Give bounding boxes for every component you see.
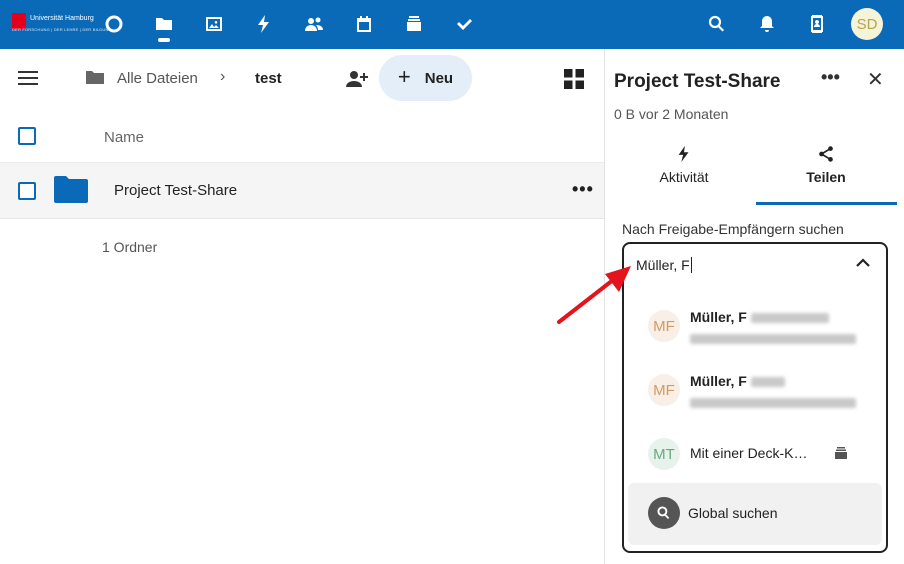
redacted-text — [750, 313, 829, 324]
list-item[interactable]: MT Mit einer Deck-K… — [630, 422, 882, 486]
bell-icon[interactable] — [755, 12, 779, 36]
close-icon[interactable]: ✕ — [867, 67, 884, 92]
breadcrumb-bar: Alle Dateien › test + Neu — [0, 49, 604, 109]
folder-icon[interactable] — [152, 12, 176, 36]
add-person-icon[interactable] — [344, 67, 368, 91]
dashboard-circle-icon[interactable] — [102, 12, 126, 36]
top-navigation-bar: Universität Hamburg DER FORSCHUNG | DER … — [0, 0, 904, 49]
tab-sharing[interactable]: Teilen — [756, 145, 896, 205]
result-name: Müller, F — [690, 309, 829, 325]
share-icon — [819, 146, 833, 162]
logo-name: Universität Hamburg — [30, 15, 94, 22]
check-icon[interactable] — [452, 12, 476, 36]
new-button[interactable]: + Neu — [379, 55, 472, 101]
calendar-icon[interactable] — [352, 12, 376, 36]
chevron-up-icon[interactable] — [854, 254, 872, 272]
folder-icon — [54, 176, 88, 203]
result-name: Müller, F — [690, 373, 785, 389]
grid-view-icon[interactable] — [564, 69, 584, 89]
plus-icon: + — [397, 64, 411, 89]
deck-icon[interactable] — [402, 12, 426, 36]
menu-icon[interactable] — [18, 71, 38, 87]
share-search-input[interactable]: Müller, F — [636, 257, 692, 273]
search-icon — [648, 497, 680, 529]
share-search-dropdown: Müller, F MF Müller, F MF Müller, F MT M… — [622, 242, 888, 553]
breadcrumb-separator: › — [220, 68, 226, 85]
new-button-label: Neu — [424, 69, 454, 87]
active-tab-indicator — [756, 202, 897, 205]
global-search-button[interactable]: Global suchen — [628, 483, 882, 545]
details-sidebar: Project Test-Share ••• ✕ 0 B vor 2 Monat… — [604, 49, 904, 564]
row-actions-menu[interactable]: ••• — [572, 179, 594, 200]
contacts-book-icon[interactable] — [805, 12, 829, 36]
file-name[interactable]: Project Test-Share — [114, 182, 237, 199]
table-row[interactable]: Project Test-Share ••• — [0, 163, 604, 219]
tab-activity[interactable]: Aktivität — [614, 145, 754, 205]
result-name: Mit einer Deck-K… — [690, 445, 808, 461]
active-app-indicator — [158, 38, 170, 42]
lightning-icon — [678, 145, 689, 163]
redacted-text — [690, 333, 856, 344]
image-icon[interactable] — [202, 12, 226, 36]
breadcrumb-current[interactable]: test — [255, 70, 282, 87]
avatar: MF — [648, 310, 680, 342]
folder-icon — [86, 71, 104, 84]
result-subtitle — [690, 394, 856, 412]
annotation-arrow — [557, 266, 631, 324]
logo-tagline: DER FORSCHUNG | DER LEHRE | DER BILDUNG — [12, 27, 112, 32]
sidebar-more-button[interactable]: ••• — [821, 67, 840, 88]
global-search-label: Global suchen — [688, 505, 778, 521]
avatar: MT — [648, 438, 680, 470]
tab-sharing-label: Teilen — [806, 169, 846, 185]
search-icon[interactable] — [705, 12, 729, 36]
files-list-area: Alle Dateien › test + Neu Name Project T… — [0, 49, 604, 564]
contacts-group-icon[interactable] — [302, 12, 326, 36]
redacted-text — [690, 397, 856, 408]
row-checkbox[interactable] — [18, 182, 36, 200]
list-item[interactable]: MF Müller, F — [630, 294, 882, 358]
sidebar-title: Project Test-Share — [614, 71, 781, 92]
share-search-label: Nach Freigabe-Empfängern suchen — [622, 221, 844, 237]
list-header: Name — [0, 109, 604, 163]
files-summary: 1 Ordner — [102, 239, 158, 255]
avatar: MF — [648, 374, 680, 406]
user-avatar[interactable]: SD — [851, 8, 883, 40]
result-subtitle — [690, 330, 856, 348]
column-name-header[interactable]: Name — [104, 129, 144, 146]
university-logo[interactable]: Universität Hamburg DER FORSCHUNG | DER … — [12, 13, 112, 35]
sidebar-subtitle: 0 B vor 2 Monaten — [614, 106, 729, 122]
redacted-text — [750, 377, 785, 388]
tab-activity-label: Aktivität — [659, 169, 709, 185]
breadcrumb-all-files[interactable]: Alle Dateien — [117, 70, 198, 87]
lightning-icon[interactable] — [252, 12, 276, 36]
deck-icon — [835, 447, 847, 459]
select-all-checkbox[interactable] — [18, 127, 36, 145]
list-item[interactable]: MF Müller, F — [630, 358, 882, 422]
